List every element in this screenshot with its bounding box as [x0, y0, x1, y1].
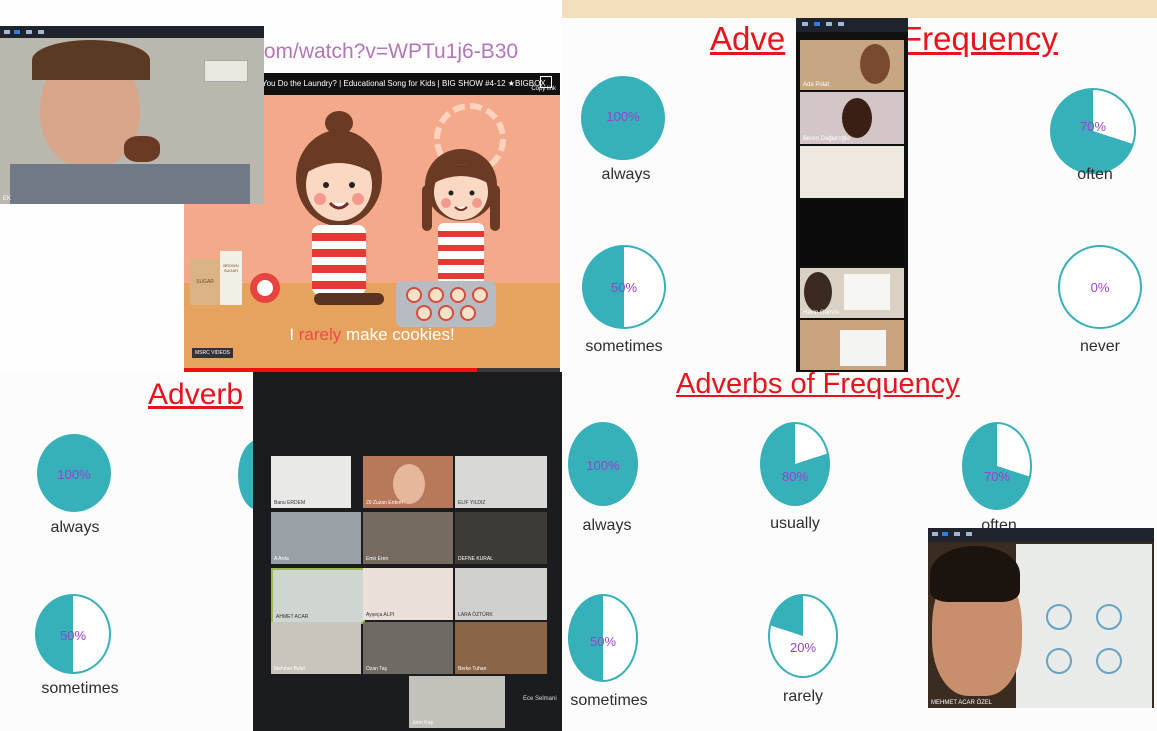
- gallery-tile[interactable]: LARA ÖZTÜRK: [455, 568, 547, 620]
- label-usually: usually: [770, 515, 820, 532]
- label-rarely: rarely: [782, 688, 823, 705]
- webcam-child-cookie[interactable]: EK: [0, 26, 264, 204]
- gallery-tile[interactable]: Emir Eren: [363, 512, 453, 564]
- gallery-tile[interactable]: DEFNE KURAL: [455, 512, 547, 564]
- video-logo: MSRC VIDEOS: [192, 348, 234, 358]
- slide-bottom-right: Adverbs of Frequency 100% always 80% usu…: [562, 372, 1157, 731]
- gallery-name-label: Ece Selmani: [523, 696, 557, 702]
- label-sometimes: sometimes: [585, 338, 663, 355]
- scale: [250, 273, 280, 303]
- webcam-header: [928, 528, 1154, 542]
- label-sometimes: sometimes: [570, 692, 648, 709]
- gallery-tile[interactable]: ELIF YILDIZ: [455, 456, 547, 508]
- webcam-header: [0, 26, 264, 38]
- slide-bottom-left: Adverb 100% always 50% sometimes Banu ER…: [0, 372, 562, 731]
- webcam-boy-notebook[interactable]: MEHMET ACAR ÖZEL: [928, 528, 1154, 708]
- label-never: never: [1079, 338, 1121, 355]
- slide-top-right: Adve Frequency 100% always 70% often 50%…: [562, 18, 1157, 372]
- gallery-tile[interactable]: Ozan Taş: [363, 622, 453, 674]
- webcam-name: MEHMET ACAR ÖZEL: [931, 700, 993, 706]
- label-always: always: [582, 517, 632, 534]
- strip-tile-3[interactable]: [800, 146, 904, 198]
- gallery-tile[interactable]: Berke Tuhan: [455, 622, 547, 674]
- strip-tile-2[interactable]: Beren Dağlaroğlu: [800, 92, 904, 144]
- strip-header: [796, 18, 908, 32]
- slide-title-left: Adve: [710, 20, 786, 57]
- gallery-tile[interactable]: Mehmet Bulut: [271, 622, 361, 674]
- participant-strip[interactable]: Ada Polat Beren Dağlaroğlu Havin Gamze: [796, 18, 908, 372]
- gallery-view[interactable]: Banu ERDEM 20 Zuzan Erdem ELIF YILDIZ A …: [253, 372, 562, 731]
- pie-usually: [760, 422, 830, 506]
- strip-tile-5[interactable]: Havin Gamze: [800, 268, 904, 318]
- child-shirt: [10, 164, 250, 204]
- slide-title: Adverb: [148, 378, 244, 411]
- gallery-tile[interactable]: A Arda: [271, 512, 361, 564]
- boy-hair: [930, 546, 1020, 602]
- strip-tile-6[interactable]: [800, 320, 904, 370]
- video-url[interactable]: tom/watch?v=WPTu1j6-B30: [258, 40, 518, 64]
- gallery-tile[interactable]: AHMET ACAR: [271, 568, 365, 624]
- rolling-pin: [314, 293, 384, 305]
- notebook: [1016, 544, 1152, 708]
- pie-often: [962, 422, 1032, 510]
- cookie-tray: [396, 281, 496, 327]
- gallery-tile[interactable]: Banu ERDEM: [271, 456, 351, 508]
- gallery-tile[interactable]: John Kaş: [409, 676, 505, 728]
- copy-link-label[interactable]: Copy link: [531, 86, 556, 92]
- caption-highlight: rarely: [298, 325, 342, 344]
- video-panel: tom/watch?v=WPTu1j6-B30 You Do the Laund…: [0, 0, 562, 372]
- slide-title: Adverbs of Frequency: [676, 372, 960, 400]
- flour-bag: SUGAR: [190, 259, 220, 305]
- child-hair: [32, 40, 150, 80]
- video-caption: I rarely make cookies!: [289, 325, 455, 344]
- label-sometimes: sometimes: [41, 680, 119, 697]
- label-always: always: [601, 166, 651, 183]
- label-always: always: [50, 519, 100, 536]
- gallery-tile[interactable]: 20 Zuzan Erdem: [363, 456, 453, 508]
- wall-switch: [204, 60, 248, 82]
- strip-tile-4[interactable]: [800, 200, 904, 266]
- strip-tile-1[interactable]: Ada Polat: [800, 40, 904, 90]
- slide-title-right: Frequency: [902, 20, 1058, 57]
- gallery-tile[interactable]: Ayşeça ALPI: [363, 568, 453, 620]
- label-often: often: [1077, 166, 1113, 183]
- pie-rarely: [768, 594, 838, 678]
- sugar-jar: BROWN SUGAR: [220, 251, 242, 305]
- cookie-in-hand: [124, 136, 160, 162]
- girl-mother-illustration: [296, 111, 382, 295]
